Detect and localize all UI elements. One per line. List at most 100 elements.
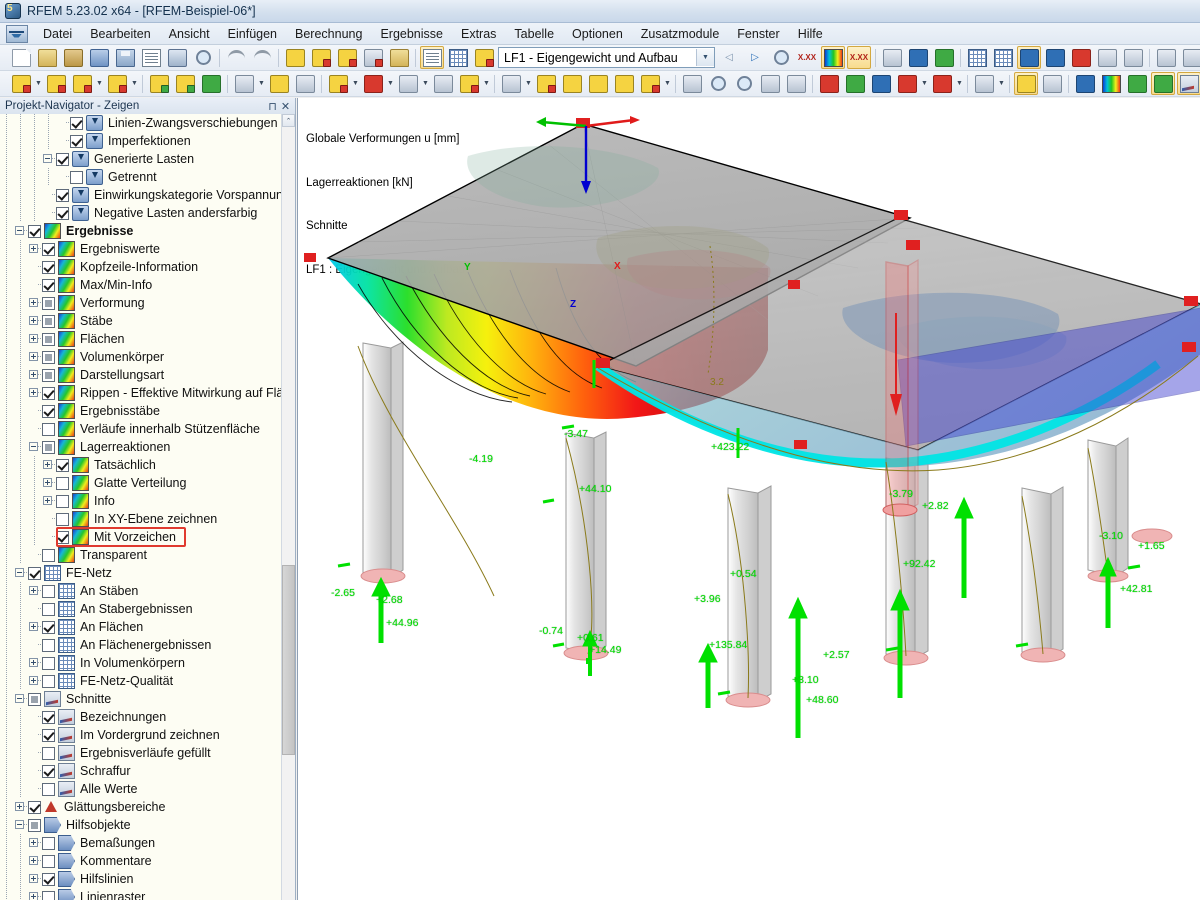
calculate-button[interactable] <box>680 72 704 95</box>
next-load-case-button[interactable]: ▷ <box>743 46 767 69</box>
expand-plus-icon[interactable] <box>14 798 29 816</box>
move-view-button[interactable] <box>361 46 385 69</box>
zoom-all-button[interactable] <box>758 72 782 95</box>
tree-checkbox[interactable] <box>56 458 69 472</box>
tree-item-fe-netz[interactable]: FE-Netz <box>0 564 282 582</box>
expand-plus-icon[interactable] <box>28 330 43 348</box>
new-member-load-button[interactable] <box>586 72 610 95</box>
expand-plus-icon[interactable] <box>28 384 43 402</box>
tree-checkbox[interactable] <box>56 206 69 220</box>
new-region-button[interactable] <box>293 72 317 95</box>
tree-item-schraffur[interactable]: Schraffur <box>0 762 282 780</box>
tree-checkbox[interactable] <box>42 242 55 256</box>
tree-checkbox[interactable] <box>70 134 83 148</box>
save-archive-button[interactable] <box>87 46 111 69</box>
view-perspective-button[interactable] <box>1121 46 1145 69</box>
expand-plus-icon[interactable] <box>28 582 43 600</box>
tree-checkbox[interactable] <box>42 260 55 274</box>
tree-checkbox[interactable] <box>42 440 55 454</box>
tree-checkbox[interactable] <box>42 674 55 688</box>
new-surface-button[interactable] <box>326 72 350 95</box>
save-button[interactable] <box>113 46 137 69</box>
tree-item-ergebnisstäbe[interactable]: Ergebnisstäbe <box>0 402 282 420</box>
chevron-down-icon[interactable]: ▼ <box>997 73 1006 94</box>
new-polyline-button[interactable] <box>105 72 129 95</box>
tree-item-glättungsbereiche[interactable]: Glättungsbereiche <box>0 798 282 816</box>
new-surface-load-button[interactable] <box>612 72 636 95</box>
tree-item-glatte-verteilung[interactable]: Glatte Verteilung <box>0 474 282 492</box>
view-in-x-button[interactable] <box>817 72 841 95</box>
result-diagram-button[interactable] <box>1073 72 1097 95</box>
tree-item-an-flächen[interactable]: An Flächen <box>0 618 282 636</box>
view-in-z-button[interactable] <box>869 72 893 95</box>
tree-item-ergebniswerte[interactable]: Ergebniswerte <box>0 240 282 258</box>
tree-item-max-min-info[interactable]: Max/Min-Info <box>0 276 282 294</box>
expand-plus-icon[interactable] <box>28 348 43 366</box>
tree-checkbox[interactable] <box>42 728 55 742</box>
menu-zusatzmodule[interactable]: Zusatzmodule <box>632 25 729 43</box>
new-free-load-button[interactable] <box>638 72 662 95</box>
new-line-support-button[interactable] <box>173 72 197 95</box>
new-solid-button[interactable] <box>396 72 420 95</box>
tree-checkbox[interactable] <box>28 818 41 832</box>
tree-item-ergebnisverläufe-gefüllt[interactable]: Ergebnisverläufe gefüllt <box>0 744 282 762</box>
view-iso-button[interactable] <box>1017 46 1041 69</box>
navigator-scrollbar[interactable]: ⌃ <box>281 114 295 900</box>
expand-plus-icon[interactable] <box>28 312 43 330</box>
tree-checkbox[interactable] <box>42 314 55 328</box>
previous-load-case-button[interactable]: ◁ <box>717 46 741 69</box>
pin-icon[interactable]: ⊓ <box>266 100 279 113</box>
menu-extras[interactable]: Extras <box>452 25 505 43</box>
chevron-down-icon[interactable]: ▼ <box>955 73 964 94</box>
support-reactions-button[interactable] <box>932 46 956 69</box>
model-viewport[interactable]: Globale Verformungen u [mm] Lagerreaktio… <box>297 98 1200 900</box>
chevron-down-icon[interactable]: ▼ <box>663 73 672 94</box>
zoom-out-button[interactable] <box>732 72 756 95</box>
expand-plus-icon[interactable] <box>28 240 43 258</box>
menu-berechnung[interactable]: Berechnung <box>286 25 371 43</box>
tree-checkbox[interactable] <box>42 386 55 400</box>
tree-item-an-stäben[interactable]: An Stäben <box>0 582 282 600</box>
tree-checkbox[interactable] <box>56 188 69 202</box>
tree-checkbox[interactable] <box>42 584 55 598</box>
print-button[interactable] <box>165 46 189 69</box>
tree-item-kopfzeile-information[interactable]: Kopfzeile-Information <box>0 258 282 276</box>
menu-datei[interactable]: Datei <box>34 25 81 43</box>
tree-checkbox[interactable] <box>42 782 55 796</box>
tree-checkbox[interactable] <box>70 116 83 130</box>
tree-item-volumenkörper[interactable]: Volumenkörper <box>0 348 282 366</box>
visibility-button[interactable] <box>972 72 996 95</box>
new-nodal-release-button[interactable] <box>499 72 523 95</box>
tree-item-hilfslinien[interactable]: Hilfslinien <box>0 870 282 888</box>
tree-checkbox[interactable] <box>42 854 55 868</box>
tree-item-alle-werte[interactable]: Alle Werte <box>0 780 282 798</box>
support-reaction-display-button[interactable] <box>1151 72 1175 95</box>
expand-plus-icon[interactable] <box>28 294 43 312</box>
menu-bearbeiten[interactable]: Bearbeiten <box>81 25 159 43</box>
view-xy-button[interactable] <box>1043 46 1067 69</box>
tree-checkbox[interactable] <box>42 422 55 436</box>
deformation-diagram-button[interactable] <box>1014 72 1038 95</box>
tree-item-stäbe[interactable]: Stäbe <box>0 312 282 330</box>
new-opening-button[interactable] <box>361 72 385 95</box>
menu-ansicht[interactable]: Ansicht <box>160 25 219 43</box>
new-member-button[interactable] <box>232 72 256 95</box>
scale-results-button[interactable]: X.XX <box>795 46 819 69</box>
view-minus-x-button[interactable] <box>895 72 919 95</box>
menu-tabelle[interactable]: Tabelle <box>505 25 563 43</box>
redo-button[interactable] <box>250 46 274 69</box>
tree-checkbox[interactable] <box>56 530 69 544</box>
tree-checkbox[interactable] <box>42 890 55 900</box>
tree-checkbox[interactable] <box>56 494 69 508</box>
printout-report-button[interactable] <box>139 46 163 69</box>
new-support-button[interactable] <box>147 72 171 95</box>
tree-item-in-xy-ebene-zeichnen[interactable]: In XY-Ebene zeichnen <box>0 510 282 528</box>
view-in-y-button[interactable] <box>843 72 867 95</box>
tree-item-an-stabergebnissen[interactable]: An Stabergebnissen <box>0 600 282 618</box>
show-result-values-button[interactable]: X.XX <box>847 46 871 69</box>
tree-checkbox[interactable] <box>28 566 41 580</box>
tree-item-an-flächenergebnissen[interactable]: An Flächenergebnissen <box>0 636 282 654</box>
isoband-button[interactable] <box>1099 72 1123 95</box>
tree-checkbox[interactable] <box>42 602 55 616</box>
tables-toggle-button[interactable] <box>420 46 444 69</box>
